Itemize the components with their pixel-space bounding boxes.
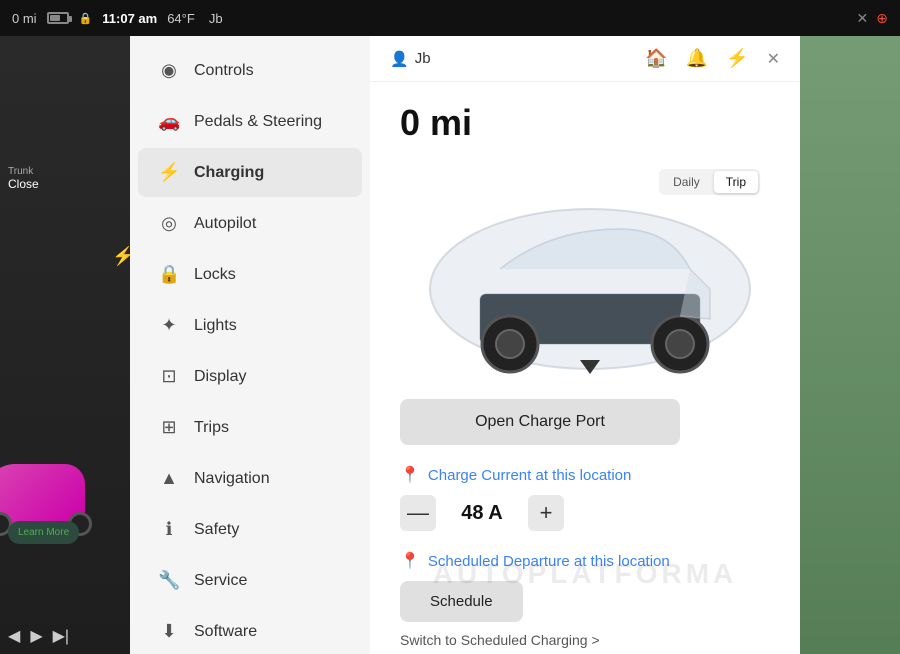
charging-bolt-icon: ⚡ xyxy=(112,246,130,267)
battery-icon xyxy=(47,12,69,24)
nav-sidebar: ◉ Controls 🚗 Pedals & Steering ⚡ Chargin… xyxy=(130,36,370,654)
increase-amperage-button[interactable]: + xyxy=(528,495,564,531)
scheduled-location-pin-icon: 📍 xyxy=(400,551,420,571)
car-3d-container: Daily Trip xyxy=(400,159,780,379)
service-label: Service xyxy=(194,572,247,590)
home-icon[interactable]: 🏠 xyxy=(645,48,667,69)
sidebar-item-locks[interactable]: 🔒 Locks xyxy=(138,250,362,299)
trunk-info: Trunk Close xyxy=(8,166,39,191)
sidebar-item-controls[interactable]: ◉ Controls xyxy=(138,46,362,95)
trunk-value: Close xyxy=(8,177,39,191)
topbar-icons: 🏠 🔔 ⚡ ✕ xyxy=(645,48,780,69)
pedals-label: Pedals & Steering xyxy=(194,113,322,131)
schedule-button[interactable]: Schedule xyxy=(400,581,523,622)
lock-icon: 🔒 xyxy=(79,12,93,25)
tab-daily[interactable]: Daily xyxy=(661,171,712,193)
locks-label: Locks xyxy=(194,266,236,284)
status-odometer: 0 mi xyxy=(12,11,37,26)
status-time: 11:07 am xyxy=(102,11,157,26)
location-pin-icon: 📍 xyxy=(400,465,420,485)
charging-area: 0 mi xyxy=(370,82,800,654)
scheduled-departure-row: 📍 Scheduled Departure at this location xyxy=(400,551,770,571)
status-bar: 0 mi 🔒 11:07 am 64°F Jb ✕ ⊕ xyxy=(0,0,900,36)
learn-more-button[interactable]: Learn More xyxy=(8,521,79,544)
left-panel: Trunk Close ⚡ Learn More ◀ ▶ ▶| xyxy=(0,36,130,654)
amperage-control: — 48 A + xyxy=(400,495,770,531)
lights-icon: ✦ xyxy=(158,315,180,336)
charging-odometer: 0 mi xyxy=(400,102,770,144)
controls-label: Controls xyxy=(194,62,254,80)
charge-indicator xyxy=(580,360,600,374)
trunk-label: Trunk xyxy=(8,166,39,177)
trips-icon: ⊞ xyxy=(158,417,180,438)
user-name-display: Jb xyxy=(415,50,431,67)
safety-label: Safety xyxy=(194,521,239,539)
sidebar-item-service[interactable]: 🔧 Service xyxy=(138,556,362,605)
sidebar-item-trips[interactable]: ⊞ Trips xyxy=(138,403,362,452)
content-topbar: 👤 Jb 🏠 🔔 ⚡ ✕ xyxy=(370,36,800,82)
pedals-icon: 🚗 xyxy=(158,111,180,132)
display-label: Display xyxy=(194,368,246,386)
right-outside-view xyxy=(800,36,900,654)
charge-current-row: 📍 Charge Current at this location xyxy=(400,465,770,485)
sidebar-item-navigation[interactable]: ▲ Navigation xyxy=(138,454,362,503)
user-chip: 👤 Jb xyxy=(390,50,431,68)
service-icon: 🔧 xyxy=(158,570,180,591)
lights-label: Lights xyxy=(194,317,237,335)
status-temp: 64°F xyxy=(167,11,195,26)
locks-icon: 🔒 xyxy=(158,264,180,285)
controls-icon: ◉ xyxy=(158,60,180,81)
wifi-icon: ⊕ xyxy=(876,10,888,27)
software-icon: ⬇ xyxy=(158,621,180,642)
media-controls: ◀ ▶ ▶| xyxy=(8,626,69,646)
sidebar-item-autopilot[interactable]: ◎ Autopilot xyxy=(138,199,362,248)
display-icon: ⊡ xyxy=(158,366,180,387)
navigation-icon: ▲ xyxy=(158,468,180,489)
charging-icon: ⚡ xyxy=(158,162,180,183)
main-content: 👤 Jb 🏠 🔔 ⚡ ✕ 0 mi xyxy=(370,36,800,654)
charging-label: Charging xyxy=(194,164,264,182)
status-user: Jb xyxy=(209,11,223,26)
open-charge-port-button[interactable]: Open Charge Port xyxy=(400,399,680,445)
topbar-signal-icon[interactable]: ✕ xyxy=(767,49,780,69)
decrease-amperage-button[interactable]: — xyxy=(400,495,436,531)
signal-icon: ✕ xyxy=(857,10,869,27)
bell-icon[interactable]: 🔔 xyxy=(686,48,708,69)
autopilot-label: Autopilot xyxy=(194,215,256,233)
user-profile-icon: 👤 xyxy=(390,50,409,68)
charge-current-label: Charge Current at this location xyxy=(428,467,631,484)
main-layout: Trunk Close ⚡ Learn More ◀ ▶ ▶| ◉ Contro… xyxy=(0,36,900,654)
media-play-icon[interactable]: ▶ xyxy=(30,626,42,646)
sidebar-item-charging[interactable]: ⚡ Charging xyxy=(138,148,362,197)
media-next-icon[interactable]: ▶| xyxy=(53,626,69,646)
autopilot-icon: ◎ xyxy=(158,213,180,234)
trip-tabs: Daily Trip xyxy=(659,169,760,195)
sidebar-item-lights[interactable]: ✦ Lights xyxy=(138,301,362,350)
switch-to-scheduled-link[interactable]: Switch to Scheduled Charging > xyxy=(400,632,600,648)
bluetooth-icon[interactable]: ⚡ xyxy=(726,48,748,69)
sidebar-item-display[interactable]: ⊡ Display xyxy=(138,352,362,401)
navigation-label: Navigation xyxy=(194,470,270,488)
window-frame xyxy=(800,36,900,654)
tab-trip[interactable]: Trip xyxy=(714,171,758,193)
sidebar-item-pedals[interactable]: 🚗 Pedals & Steering xyxy=(138,97,362,146)
media-prev-icon[interactable]: ◀ xyxy=(8,626,20,646)
sidebar-item-software[interactable]: ⬇ Software xyxy=(138,607,362,654)
sidebar-item-safety[interactable]: ℹ Safety xyxy=(138,505,362,554)
safety-icon: ℹ xyxy=(158,519,180,540)
trips-label: Trips xyxy=(194,419,229,437)
amperage-value: 48 A xyxy=(452,502,512,525)
scheduled-departure-label: Scheduled Departure at this location xyxy=(428,553,670,570)
software-label: Software xyxy=(194,623,257,641)
